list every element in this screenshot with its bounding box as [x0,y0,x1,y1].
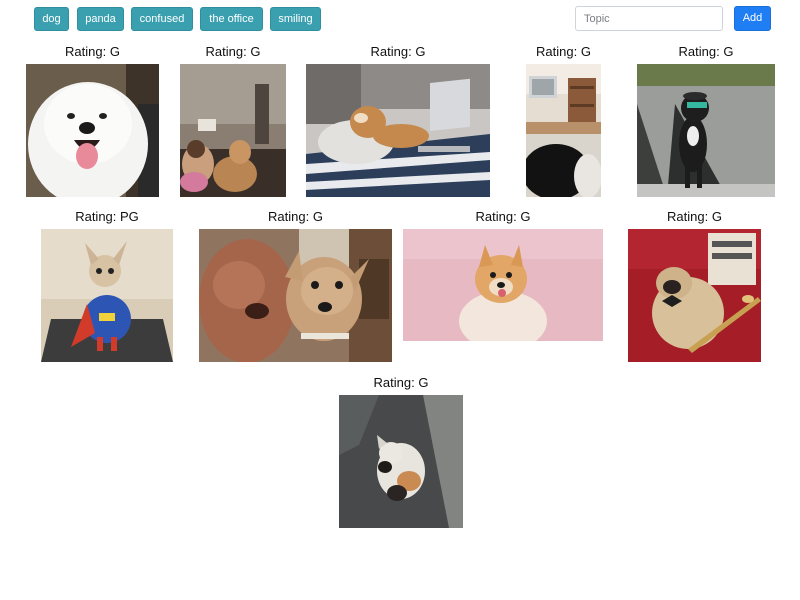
gif-rating: Rating: G [475,209,531,224]
gif-image-dog-on-couch[interactable] [180,64,286,197]
gif-card[interactable]: Rating: PG [41,209,173,365]
gif-rating: Rating: G [370,44,426,59]
gif-image-samoyed[interactable] [26,64,159,197]
gif-image-pomeranian[interactable] [403,229,603,341]
topic-button-confused[interactable]: confused [131,7,193,31]
gif-image-two-dogs[interactable] [199,229,392,362]
gif-image-pug-bow-tie[interactable] [628,229,761,362]
gif-rating: Rating: G [678,44,734,59]
gif-rating: Rating: G [536,44,591,59]
gif-image-shiba-with-laptop[interactable] [306,64,490,197]
page: dog panda confused the office smiling Ad… [0,0,800,600]
gif-card[interactable]: Rating: G [199,209,392,365]
topic-button-dog[interactable]: dog [34,7,69,31]
gif-image-cat-in-rain[interactable] [339,395,463,528]
gif-card[interactable]: Rating: G [339,375,463,531]
gif-image-chihuahua-superman[interactable] [41,229,173,362]
gif-card[interactable]: Rating: G [628,209,761,365]
gif-card[interactable]: Rating: G [180,44,286,200]
gif-card[interactable]: Rating: G [26,44,159,200]
gif-card[interactable]: Rating: G [403,209,603,365]
topic-input[interactable] [575,6,723,31]
gif-card[interactable]: Rating: G [526,44,601,200]
gif-rating: Rating: PG [75,209,139,224]
gif-image-black-cat[interactable] [526,64,601,197]
topic-button-the-office[interactable]: the office [200,7,263,31]
gif-card[interactable]: Rating: G [637,44,775,200]
gif-image-dog-sunglasses[interactable] [637,64,775,197]
gif-rating: Rating: G [667,209,722,224]
gif-card[interactable]: Rating: G [306,44,490,200]
topic-button-smiling[interactable]: smiling [270,7,321,31]
gif-rating: Rating: G [65,44,120,59]
add-topic-button[interactable]: Add [734,6,771,31]
gif-rating: Rating: G [373,375,429,390]
gif-rating: Rating: G [205,44,261,59]
gif-rating: Rating: G [268,209,323,224]
topic-button-panda[interactable]: panda [77,7,124,31]
